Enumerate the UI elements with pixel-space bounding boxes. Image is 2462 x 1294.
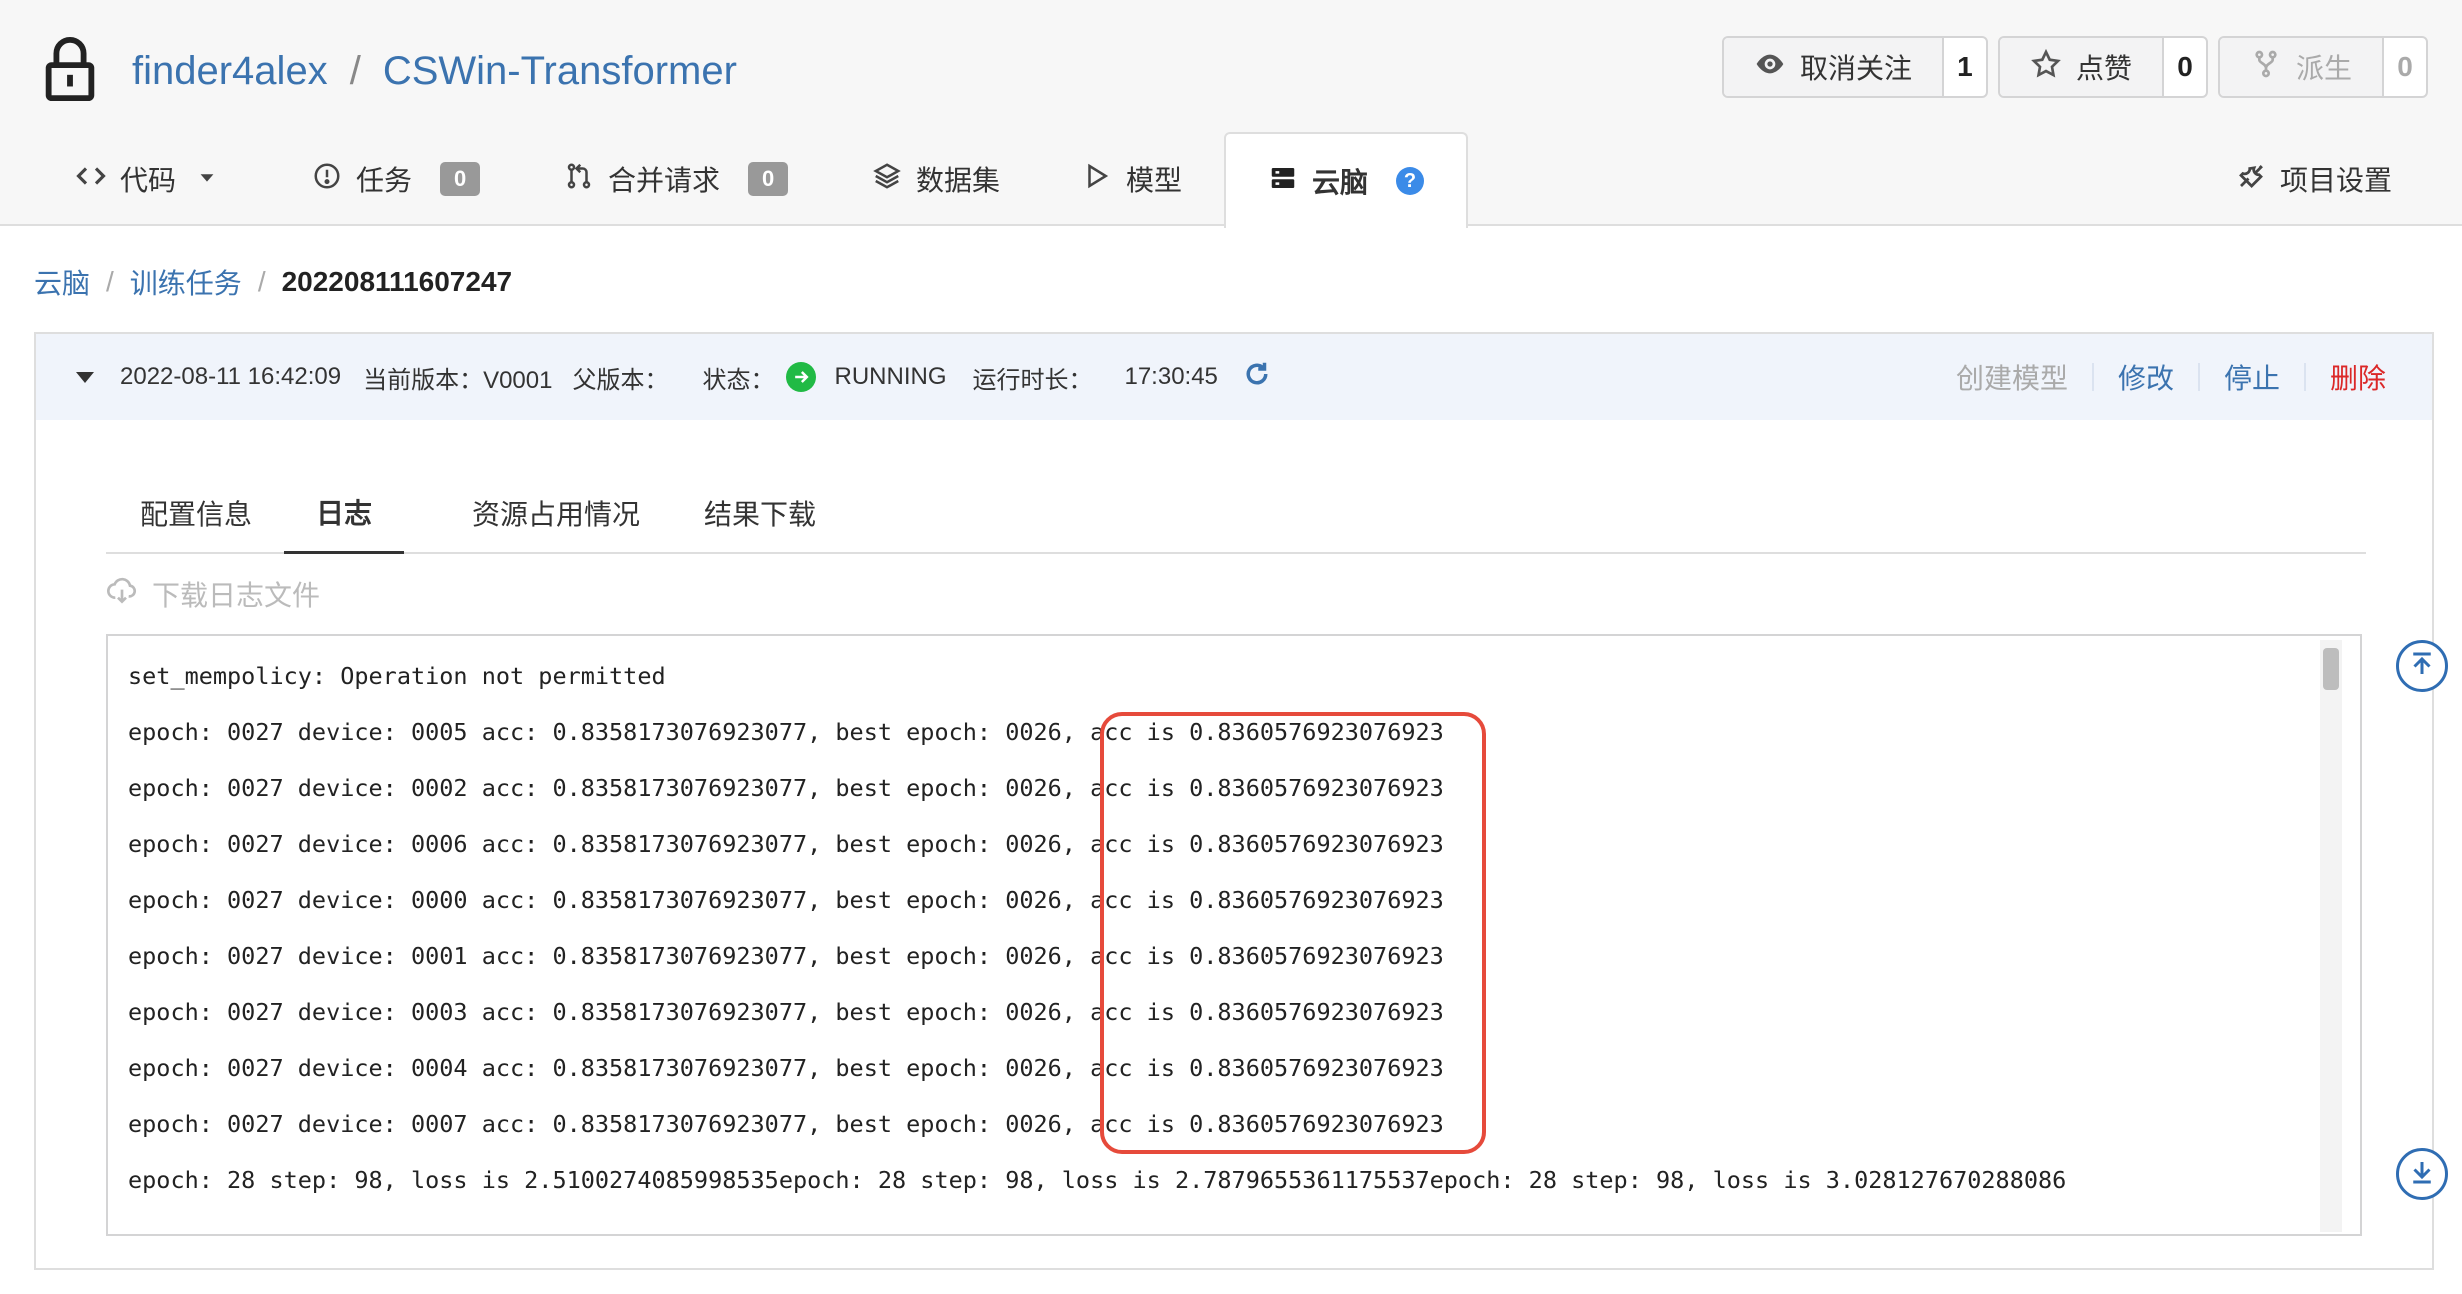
log-line: epoch: 0027 device: 0000 acc: 0.83581730… xyxy=(128,886,1444,914)
subtab-results[interactable]: 结果下载 xyxy=(704,472,816,554)
repo-owner-link[interactable]: finder4alex xyxy=(132,49,328,94)
subtab-log[interactable]: 日志 xyxy=(284,472,405,554)
arrow-down-to-line-icon xyxy=(2407,1157,2437,1192)
tools-icon xyxy=(2236,161,2266,198)
tab-issues-label: 任务 xyxy=(356,165,413,196)
tab-cloudbrain-label: 云脑 xyxy=(1312,167,1369,198)
cloud-download-icon xyxy=(106,575,138,614)
breadcrumb-training-tasks-link[interactable]: 训练任务 xyxy=(130,262,242,302)
repo-name-link[interactable]: CSWin-Transformer xyxy=(383,49,737,94)
scroll-to-top-button[interactable] xyxy=(2396,640,2448,692)
highlight-annotation-box xyxy=(1100,712,1486,1154)
cut-off-line-icon xyxy=(128,634,688,639)
code-icon xyxy=(76,161,106,198)
repo-header: finder4alex / CSWin-Transformer 取消关注 1 点… xyxy=(0,0,2462,228)
tab-pulls[interactable]: 合并请求 0 xyxy=(564,132,789,226)
tab-datasets[interactable]: 数据集 xyxy=(872,132,1000,226)
log-line: set_mempolicy: Operation not permitted xyxy=(128,662,666,690)
tab-code[interactable]: 代码 xyxy=(76,132,218,226)
log-line: epoch: 28 step: 98, loss is 2.5100274085… xyxy=(128,1166,2067,1194)
repo-tabs: 代码 任务 0 合并请求 0 数据集 模型 云脑 ? 项目设置 xyxy=(0,132,2462,228)
tab-pulls-label: 合并请求 xyxy=(608,165,721,196)
modify-button[interactable]: 修改 xyxy=(2094,357,2198,397)
star-button[interactable]: 点赞 0 xyxy=(1997,36,2208,98)
job-parent-version: 父版本： xyxy=(572,366,669,394)
star-label: 点赞 xyxy=(2075,53,2132,84)
log-line: epoch: 0027 device: 0007 acc: 0.83581730… xyxy=(128,1110,1444,1138)
breadcrumb-cloudbrain-link[interactable]: 云脑 xyxy=(34,262,90,302)
download-log-label: 下载日志文件 xyxy=(152,580,321,611)
log-line: epoch: 0027 device: 0003 acc: 0.83581730… xyxy=(128,998,1444,1026)
status-running-icon xyxy=(786,362,817,392)
issue-icon xyxy=(312,161,342,198)
layers-icon xyxy=(872,161,902,198)
tab-models[interactable]: 模型 xyxy=(1082,132,1182,226)
tab-models-label: 模型 xyxy=(1126,165,1183,196)
fork-count[interactable]: 0 xyxy=(2382,38,2426,96)
repo-title: finder4alex / CSWin-Transformer xyxy=(42,36,737,107)
log-line: epoch: 0027 device: 0005 acc: 0.83581730… xyxy=(128,718,1444,746)
issues-count-badge: 0 xyxy=(440,162,481,196)
tab-cloudbrain[interactable]: 云脑 ? xyxy=(1224,132,1469,228)
refresh-icon[interactable] xyxy=(1242,359,1272,396)
breadcrumb-separator: / xyxy=(257,266,266,297)
pull-request-icon xyxy=(564,161,594,198)
eye-icon xyxy=(1754,48,1786,87)
star-icon xyxy=(2030,48,2062,87)
watch-button[interactable]: 取消关注 1 xyxy=(1721,36,1988,98)
collapse-caret-icon[interactable] xyxy=(76,371,94,383)
download-log-button[interactable]: 下载日志文件 xyxy=(106,574,320,614)
repo-buttons: 取消关注 1 点赞 0 派生 0 xyxy=(1721,36,2428,98)
job-duration: 17:30:45 xyxy=(1124,363,1218,390)
tab-settings-label: 项目设置 xyxy=(2280,165,2393,196)
watch-label: 取消关注 xyxy=(1799,53,1912,84)
tab-code-label: 代码 xyxy=(120,165,177,196)
play-icon xyxy=(1082,161,1112,198)
delete-button[interactable]: 删除 xyxy=(2306,357,2386,397)
job-version: 当前版本：V0001 xyxy=(363,366,553,394)
arrow-up-to-line-icon xyxy=(2407,649,2437,684)
breadcrumb: 云脑 / 训练任务 / 202208111607247 xyxy=(34,262,512,302)
tab-issues[interactable]: 任务 0 xyxy=(312,132,481,226)
star-count[interactable]: 0 xyxy=(2161,38,2206,96)
repo-path-separator: / xyxy=(349,49,361,93)
server-icon xyxy=(1268,163,1298,200)
log-line-partial xyxy=(128,634,2066,648)
pulls-count-badge: 0 xyxy=(748,162,789,196)
job-actions: 创建模型 修改 停止 删除 xyxy=(1932,334,2386,420)
detail-subtabs: 配置信息 日志 资源占用情况 结果下载 xyxy=(106,472,2366,554)
job-status-label: 状态： xyxy=(702,366,775,394)
subtab-config[interactable]: 配置信息 xyxy=(140,472,252,554)
subtab-resources[interactable]: 资源占用情况 xyxy=(472,472,640,554)
help-icon[interactable]: ? xyxy=(1396,167,1425,195)
job-duration-label: 运行时长： xyxy=(972,366,1093,394)
tab-settings[interactable]: 项目设置 xyxy=(2236,132,2392,226)
fork-label: 派生 xyxy=(2295,53,2352,84)
breadcrumb-separator: / xyxy=(106,266,114,297)
tab-datasets-label: 数据集 xyxy=(916,165,1001,196)
log-lines: set_mempolicy: Operation not permitted e… xyxy=(128,634,2067,1208)
fork-button[interactable]: 派生 0 xyxy=(2217,36,2428,98)
chevron-down-icon xyxy=(196,163,218,195)
stop-button[interactable]: 停止 xyxy=(2200,357,2304,397)
fork-icon xyxy=(2250,48,2282,87)
job-status: RUNNING xyxy=(834,363,947,390)
lock-icon xyxy=(42,36,98,107)
log-line: epoch: 0027 device: 0006 acc: 0.83581730… xyxy=(128,830,1444,858)
scroll-to-bottom-button[interactable] xyxy=(2396,1148,2448,1200)
create-model-button[interactable]: 创建模型 xyxy=(1932,357,2092,397)
log-line: epoch: 0027 device: 0002 acc: 0.83581730… xyxy=(128,774,1444,802)
log-line: epoch: 0027 device: 0004 acc: 0.83581730… xyxy=(128,1054,1444,1082)
log-scrollbar[interactable] xyxy=(2320,640,2342,1232)
job-summary-bar: 2022-08-11 16:42:09 当前版本：V0001 父版本： 状态： … xyxy=(36,334,2432,420)
log-scrollbar-thumb[interactable] xyxy=(2323,648,2339,690)
log-line: epoch: 0027 device: 0001 acc: 0.83581730… xyxy=(128,942,1444,970)
breadcrumb-current: 202208111607247 xyxy=(281,266,513,297)
watch-count[interactable]: 1 xyxy=(1941,38,1986,96)
job-created-time: 2022-08-11 16:42:09 xyxy=(120,363,342,390)
